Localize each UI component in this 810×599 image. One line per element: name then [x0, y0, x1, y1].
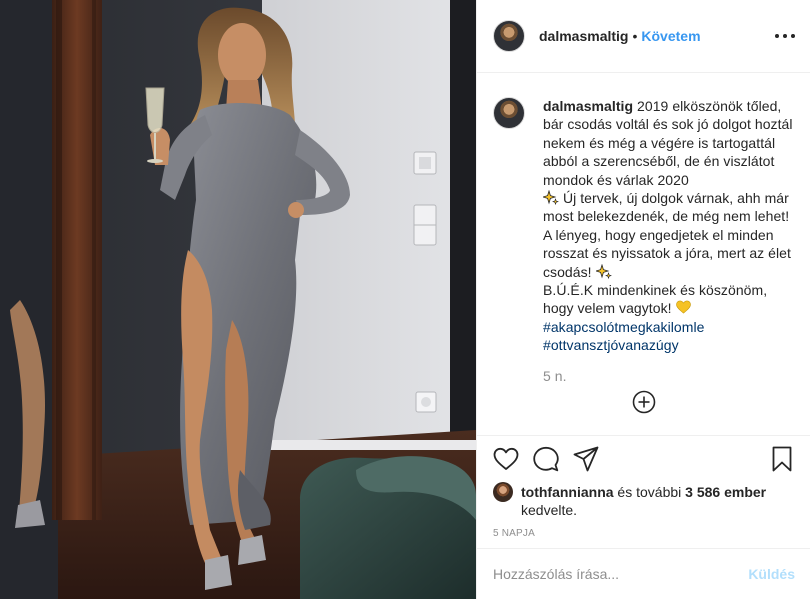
- likes-count[interactable]: 3 586 ember: [685, 484, 766, 500]
- caption-time-ago[interactable]: 5 n.: [543, 367, 793, 385]
- liker-avatar[interactable]: [493, 482, 513, 502]
- hashtag-link[interactable]: #akapcsolótmegkakilomle: [543, 319, 704, 335]
- bookmark-icon[interactable]: [769, 446, 795, 472]
- caption-text-3: B.Ú.É.K mindenkinek és köszönöm, hogy ve…: [543, 282, 768, 317]
- follow-button[interactable]: Követem: [641, 28, 700, 44]
- yellow-heart-emoji-icon: [675, 301, 691, 314]
- comment-input[interactable]: [493, 566, 749, 582]
- post-header: dalmasmaltig • Követem: [477, 0, 810, 73]
- likes-middle: és további: [613, 484, 686, 500]
- comments-section: dalmasmaltig 2019 elköszönök tőled, bár …: [477, 73, 810, 435]
- post-actions: tothfannianna és további 3 586 ember ked…: [477, 435, 810, 539]
- sparkle-emoji-icon: [595, 263, 612, 279]
- share-icon[interactable]: [573, 446, 599, 472]
- action-bar: [493, 436, 795, 482]
- caption-avatar[interactable]: [493, 97, 525, 129]
- caption-text: dalmasmaltig 2019 elköszönök tőled, bár …: [543, 97, 793, 385]
- header-separator: •: [632, 28, 638, 44]
- caption-row: dalmasmaltig 2019 elköszönök tőled, bár …: [493, 97, 795, 385]
- author-username[interactable]: dalmasmaltig: [539, 28, 628, 44]
- sparkle-emoji-icon: [543, 190, 559, 206]
- caption-text-2: Új tervek, új dolgok várnak, ahh már mos…: [543, 190, 791, 280]
- plus-circle-icon[interactable]: [632, 390, 656, 414]
- likes-summary: tothfannianna és további 3 586 ember ked…: [493, 482, 795, 519]
- heart-icon[interactable]: [493, 446, 519, 472]
- post-side-panel: dalmasmaltig • Követem dalmasmaltig 2019…: [476, 0, 810, 599]
- hashtag-link[interactable]: #ottvansztjóvanazúgy: [543, 337, 679, 353]
- post-image: [0, 0, 476, 599]
- likes-suffix: kedvelte.: [521, 502, 578, 518]
- comment-icon[interactable]: [533, 446, 559, 472]
- liker-username[interactable]: tothfannianna: [521, 484, 614, 500]
- instagram-post: dalmasmaltig • Követem dalmasmaltig 2019…: [0, 0, 810, 599]
- send-comment-button[interactable]: Küldés: [748, 566, 795, 582]
- caption-username[interactable]: dalmasmaltig: [543, 98, 633, 114]
- likes-text: tothfannianna és további 3 586 ember ked…: [521, 483, 766, 519]
- comment-form: Küldés: [477, 548, 810, 599]
- more-options-icon[interactable]: [775, 28, 795, 44]
- author-avatar[interactable]: [493, 20, 525, 52]
- post-date[interactable]: 5 napja: [493, 528, 795, 539]
- post-photo[interactable]: [0, 0, 476, 599]
